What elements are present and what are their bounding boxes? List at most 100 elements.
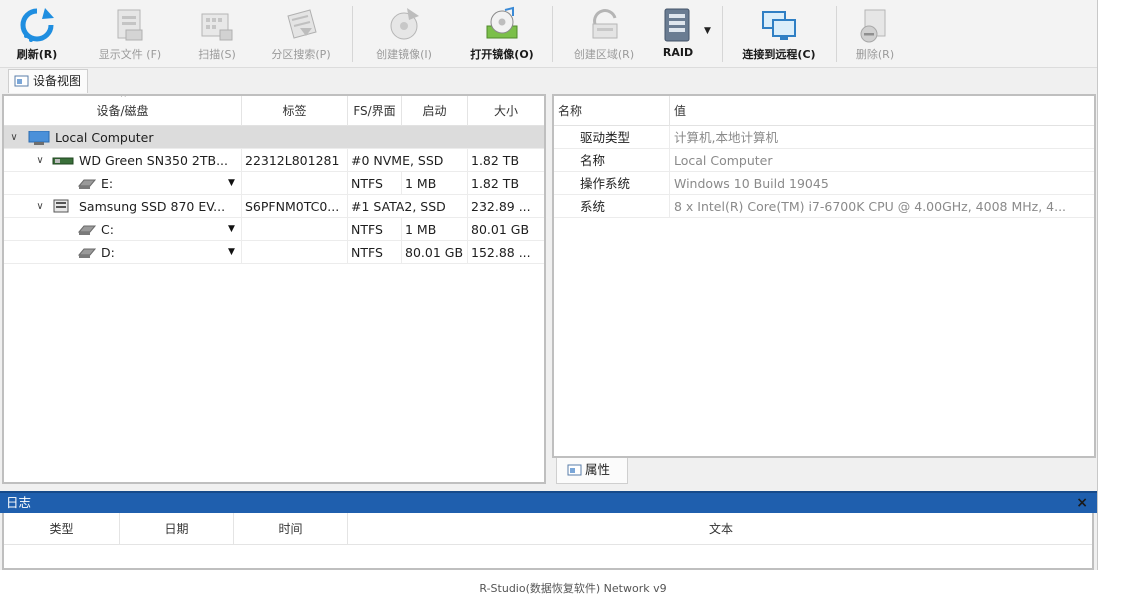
column-header-label[interactable]: 标签: [242, 96, 348, 126]
image-caption: R-Studio(数据恢复软件) Network v9: [479, 582, 667, 595]
sort-indicator-icon: ^: [120, 94, 127, 102]
device-label: 22312L801281: [242, 149, 348, 172]
device-label: [242, 172, 348, 195]
device-label: [242, 241, 348, 264]
raid-label: RAID: [662, 46, 694, 59]
create-region-button[interactable]: 创建区域(R): [560, 0, 648, 68]
column-header-start[interactable]: 启动: [402, 96, 468, 126]
toolbar-separator: [836, 6, 837, 62]
property-value: Windows 10 Build 19045: [674, 176, 829, 191]
properties-icon: [567, 464, 582, 476]
column-header-value[interactable]: 值: [670, 96, 1094, 126]
open-image-label: 打开镜像(O): [470, 48, 534, 61]
log-header: 类型 日期 时间 文本: [4, 513, 1092, 545]
device-size: 80.01 GB: [471, 222, 530, 237]
drive-icon: [78, 225, 96, 235]
expand-chevron-icon[interactable]: ∨: [34, 195, 46, 218]
tree-row-partition[interactable]: E: ▼ NTFS 1 MB 1.82 TB: [4, 172, 544, 195]
log-titlebar: 日志 ×: [0, 491, 1097, 513]
partition-search-button[interactable]: 分区搜索(P): [258, 0, 344, 68]
tree-row-local-computer[interactable]: ∨ Local Computer: [4, 126, 544, 149]
property-value: 8 x Intel(R) Core(TM) i7-6700K CPU @ 4.0…: [674, 199, 1067, 214]
tree-row-partition[interactable]: D: ▼ NTFS 80.01 GB 152.88 ...: [4, 241, 544, 264]
delete-label: 删除(R): [855, 48, 895, 61]
scan-label: 扫描(S): [198, 48, 236, 61]
column-header-fs[interactable]: FS/界面: [348, 96, 402, 126]
create-image-button[interactable]: 创建镜像(I): [360, 0, 448, 68]
property-value: 计算机,本地计算机: [674, 130, 778, 145]
toolbar-separator: [722, 6, 723, 62]
connect-remote-icon: [762, 11, 796, 40]
delete-icon: [860, 9, 886, 43]
create-region-icon: [592, 9, 618, 39]
show-files-label: 显示文件 (F): [98, 48, 162, 61]
create-image-label: 创建镜像(I): [376, 48, 432, 61]
device-start: 80.01 GB: [402, 241, 468, 264]
show-files-icon: [117, 9, 143, 41]
log-column-date[interactable]: 日期: [120, 513, 234, 545]
device-size: 1.82 TB: [471, 176, 520, 191]
raid-dropdown-arrow[interactable]: ▼: [704, 26, 711, 36]
property-key: 驱动类型: [554, 126, 670, 149]
toolbar-separator: [352, 6, 353, 62]
scan-icon: [201, 13, 233, 41]
open-image-button[interactable]: 打开镜像(O): [458, 0, 546, 68]
drive-icon: [78, 179, 96, 189]
toolbar-separator: [552, 6, 553, 62]
device-tree-grid: 设备/磁盘 标签 FS/界面 启动 大小 ^ ∨ Local Computer …: [2, 94, 546, 484]
log-panel: 类型 日期 时间 文本: [2, 513, 1094, 570]
tree-row-disk[interactable]: ∨ WD Green SN350 2TB... 22312L801281 #0 …: [4, 149, 544, 172]
expand-chevron-icon[interactable]: ∨: [8, 126, 20, 149]
device-start: 1 MB: [402, 218, 468, 241]
toolbar: 刷新(R) 显示文件 (F) 扫描(S) 分区搜索(P) 创建镜像(I) 打开镜…: [0, 0, 1097, 68]
connect-remote-button[interactable]: 连接到远程(C): [728, 0, 830, 68]
device-fs: #0 NVME, SSD: [348, 149, 468, 172]
refresh-button[interactable]: 刷新(R): [4, 0, 70, 68]
log-close-icon[interactable]: ×: [1076, 493, 1088, 513]
tab-properties-label: 属性: [585, 462, 611, 477]
property-row[interactable]: 系统 8 x Intel(R) Core(TM) i7-6700K CPU @ …: [554, 195, 1094, 218]
view-tabstrip: 设备视图: [0, 68, 1097, 94]
device-view-icon: [14, 75, 29, 87]
partition-dropdown-arrow[interactable]: ▼: [228, 218, 235, 241]
device-fs: #1 SATA2, SSD: [348, 195, 468, 218]
show-files-button[interactable]: 显示文件 (F): [84, 0, 176, 68]
create-image-icon: [390, 8, 419, 40]
scan-button[interactable]: 扫描(S): [184, 0, 250, 68]
column-header-size[interactable]: 大小: [468, 96, 544, 126]
property-row[interactable]: 名称 Local Computer: [554, 149, 1094, 172]
property-row[interactable]: 操作系统 Windows 10 Build 19045: [554, 172, 1094, 195]
raid-button[interactable]: RAID: [656, 0, 700, 68]
property-key: 系统: [554, 195, 670, 218]
device-start: 1 MB: [402, 172, 468, 195]
property-row[interactable]: 驱动类型 计算机,本地计算机: [554, 126, 1094, 149]
ssd-disk-icon: [53, 199, 69, 213]
tab-device-view[interactable]: 设备视图: [8, 69, 89, 93]
partition-search-label: 分区搜索(P): [271, 48, 331, 61]
computer-icon: [28, 131, 50, 145]
partition-dropdown-arrow[interactable]: ▼: [228, 172, 235, 195]
properties-header: 名称 值: [554, 96, 1094, 126]
property-value: Local Computer: [674, 153, 773, 168]
device-name: Samsung SSD 870 EV...: [76, 195, 242, 218]
device-fs: NTFS: [348, 241, 402, 264]
device-size: 232.89 ...: [471, 199, 531, 214]
tree-row-disk[interactable]: ∨ Samsung SSD 870 EV... S6PFNM0TC0... #1…: [4, 195, 544, 218]
app-window: 刷新(R) 显示文件 (F) 扫描(S) 分区搜索(P) 创建镜像(I) 打开镜…: [0, 0, 1098, 570]
column-header-name[interactable]: 名称: [554, 96, 670, 126]
log-column-time[interactable]: 时间: [234, 513, 348, 545]
partition-dropdown-arrow[interactable]: ▼: [228, 241, 235, 264]
partition-search-icon: [287, 9, 317, 39]
delete-button[interactable]: 删除(R): [842, 0, 908, 68]
drive-icon: [78, 248, 96, 258]
device-label: S6PFNM0TC0...: [242, 195, 348, 218]
log-column-text[interactable]: 文本: [348, 513, 1094, 545]
log-title: 日志: [6, 495, 32, 510]
property-key: 操作系统: [554, 172, 670, 195]
device-name: WD Green SN350 2TB...: [76, 149, 242, 172]
device-name: E:: [98, 172, 242, 195]
expand-chevron-icon[interactable]: ∨: [34, 149, 46, 172]
tab-properties[interactable]: 属性: [556, 458, 628, 484]
log-column-type[interactable]: 类型: [4, 513, 120, 545]
tree-row-partition[interactable]: C: ▼ NTFS 1 MB 80.01 GB: [4, 218, 544, 241]
